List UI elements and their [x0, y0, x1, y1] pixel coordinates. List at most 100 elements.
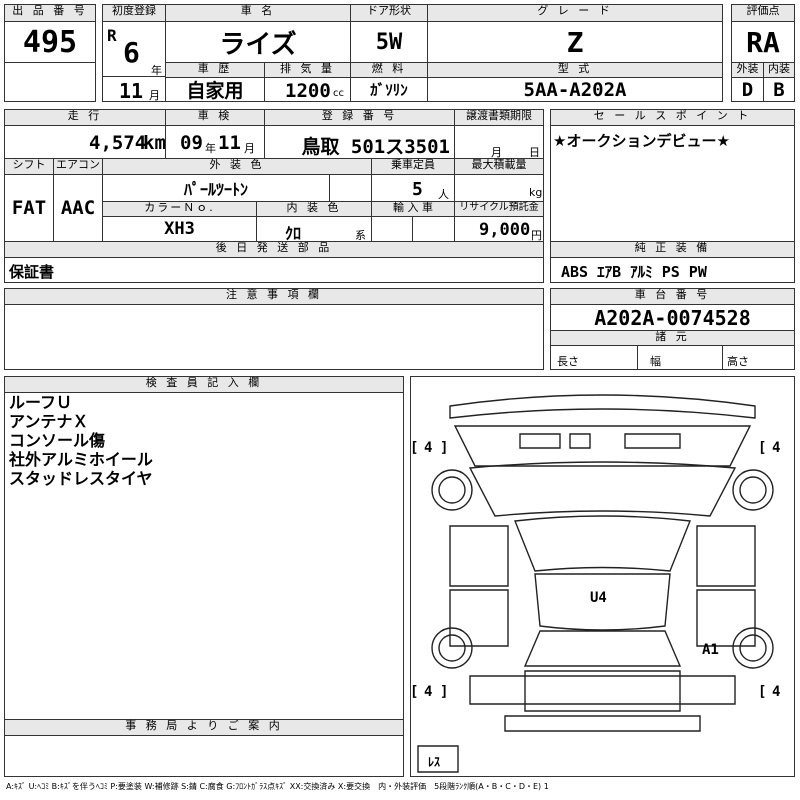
- later-parts-label: 後 日 発 送 部 品: [4, 241, 544, 258]
- fuel: ｶﾞｿﾘﾝ: [370, 81, 408, 99]
- int-color-cell: ｸﾛ 系: [256, 216, 372, 243]
- capacity: 5: [412, 179, 423, 200]
- rear-panel: [469, 675, 736, 705]
- legend: A:ｷｽﾞ U:ﾍｺﾐ B:ｷｽﾞを伴うﾍｺﾐ P:要塗装 W:補修跡 S:錆 …: [6, 782, 549, 791]
- headlight-left: [519, 433, 561, 449]
- office-label: 事 務 局 よ り ご 案 内: [4, 719, 404, 736]
- ac: AAC: [60, 197, 96, 219]
- first-reg-month: 11: [119, 79, 144, 103]
- color-no-label: カラーＮｏ.: [102, 201, 257, 217]
- first-reg-month-cell: 11 月: [102, 76, 166, 103]
- inspector-line: ルーフＵ: [9, 393, 73, 412]
- notes-label: 注 意 事 項 欄: [4, 288, 544, 305]
- car-name-cell: ライズ: [165, 21, 351, 63]
- equipment: ABS ｴｱB ｱﾙﾐ PS PW: [561, 263, 707, 281]
- notes-cell: [4, 304, 544, 370]
- interior-label: 内装: [763, 62, 795, 78]
- first-reg-label: 初度登録: [102, 4, 166, 22]
- chassis-label: 車 台 番 号: [550, 288, 795, 305]
- recycle: 9,000: [479, 220, 531, 240]
- inspector-line: スタッドレスタイヤ: [9, 469, 153, 488]
- mark-roof: U4: [590, 590, 607, 606]
- load-unit: kg: [529, 186, 543, 199]
- exterior-cell: D: [731, 77, 764, 102]
- history-cell: 自家用: [165, 77, 265, 102]
- tire-fr: 4: [772, 440, 780, 456]
- int-color-label: 内 装 色: [256, 201, 372, 217]
- office-cell: [4, 735, 404, 777]
- sales-point: ★オークションデビュー★: [553, 132, 730, 150]
- exterior-score: D: [741, 78, 754, 101]
- ac-cell: AAC: [53, 174, 103, 242]
- exterior-label: 外装: [731, 62, 764, 78]
- tire-rl-bracket: [: [410, 684, 418, 700]
- hood: [468, 461, 737, 517]
- tire-fr-bracket: [: [758, 440, 766, 456]
- spare-label: ﾚｽ: [428, 755, 440, 769]
- mileage: 4,574: [89, 132, 147, 154]
- headlight-left-2: [569, 433, 591, 449]
- inspection-month: 11: [218, 132, 241, 154]
- inspection-year: 09: [180, 132, 203, 154]
- equipment-cell: ABS ｴｱB ｱﾙﾐ PS PW: [550, 257, 795, 283]
- rear-bumper: [504, 715, 701, 732]
- front-bumper: [449, 394, 756, 419]
- wheel-fl-hub: [438, 476, 466, 504]
- displacement-cell: 1200 cc: [264, 77, 351, 102]
- right-front-door: [696, 525, 756, 587]
- left-front-door: [449, 525, 509, 587]
- car-name-label: 車 名: [165, 4, 351, 22]
- model: 5AA-A202A: [523, 78, 627, 101]
- specs-label: 諸 元: [550, 330, 795, 346]
- wheel-fl: [431, 469, 473, 511]
- first-reg-month-unit: 月: [149, 89, 160, 102]
- grade-cell: Z: [427, 21, 723, 63]
- mark-rear-right: A1: [702, 642, 719, 658]
- import-cell: [371, 216, 455, 242]
- interior-cell: B: [763, 77, 795, 102]
- shift: FAT: [11, 197, 47, 219]
- door-type: 5W: [375, 29, 403, 55]
- first-reg-cell: R 6 年: [102, 21, 166, 77]
- wheel-rl: [431, 627, 473, 669]
- lot-no-cell: 495: [4, 21, 96, 63]
- trunk: [524, 670, 681, 712]
- shift-cell: FAT: [4, 174, 54, 242]
- transfer-cell: 月 日: [454, 125, 544, 159]
- first-reg-year: 6: [123, 36, 140, 69]
- chassis-no: A202A-0074528: [594, 305, 751, 330]
- tire-fl-bracket: [: [410, 440, 418, 456]
- tire-rl-bracket-end: ]: [440, 684, 448, 700]
- sales-point-label: セ ー ル ス ポ イ ン ト: [550, 109, 795, 126]
- tire-fl-bracket-end: ]: [440, 440, 448, 456]
- model-cell: 5AA-A202A: [427, 77, 723, 102]
- capacity-unit: 人: [438, 188, 449, 201]
- fuel-cell: ｶﾞｿﾘﾝ: [350, 77, 428, 102]
- inspection-cell: 09 年 11 月: [165, 125, 265, 159]
- car-diagram: [ 4 ] [ 4 [ 4 ] [ 4 U4 A1 ﾚｽ: [410, 394, 780, 773]
- reg-no: 鳥取 501ス3501: [301, 136, 450, 158]
- displacement-label: 排 気 量: [264, 62, 351, 78]
- tire-fl: 4: [424, 440, 432, 456]
- grade-label: グ レ ー ド: [427, 4, 723, 22]
- mileage-label: 走 行: [4, 109, 166, 126]
- windshield: [514, 515, 691, 572]
- shift-label: シフト: [4, 158, 54, 175]
- equipment-label: 純 正 装 備: [550, 241, 795, 258]
- spec-height-cell: 高さ: [722, 345, 795, 370]
- wheel-fr-hub: [739, 476, 767, 504]
- interior-score: B: [773, 78, 785, 101]
- car-name: ライズ: [219, 29, 297, 60]
- door-label: ドア形状: [350, 4, 428, 22]
- color-blank: [329, 174, 372, 202]
- tire-rr-bracket: [: [758, 684, 766, 700]
- color-no-cell: XH3: [102, 216, 257, 242]
- spec-length-cell: 長さ: [550, 345, 638, 370]
- inspector-line: アンテナＸ: [9, 412, 89, 431]
- lot-no: 495: [22, 24, 78, 60]
- recycle-label: リサイクル預託金: [454, 201, 544, 217]
- capacity-cell: 5 人: [371, 174, 455, 202]
- mileage-cell: 4,574 km: [4, 125, 166, 159]
- recycle-cell: 9,000 円: [454, 216, 544, 242]
- load-label: 最大積載量: [454, 158, 544, 175]
